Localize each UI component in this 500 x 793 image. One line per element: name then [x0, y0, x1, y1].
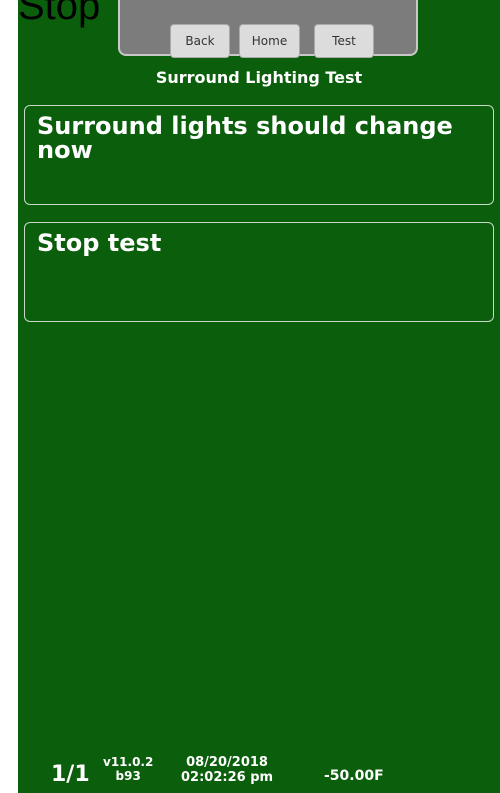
version-number: v11.0.2 — [103, 755, 154, 769]
date-text: 08/20/2018 — [186, 755, 268, 770]
datetime-info: 08/20/2018 02:02:26 pm — [181, 755, 273, 793]
temperature-readout: -50.00F — [324, 768, 384, 784]
build-number: b93 — [115, 769, 141, 783]
back-button[interactable]: Back — [170, 24, 230, 58]
version-info: v11.0.2 b93 — [103, 755, 153, 793]
home-button[interactable]: Home — [239, 24, 300, 58]
page-title: Surround Lighting Test — [155, 68, 363, 87]
page-indicator: 1/1 — [51, 762, 90, 787]
top-toolbar: Back Home Test — [118, 0, 418, 58]
test-button[interactable]: Test — [314, 24, 374, 58]
stop-test-button[interactable]: Stop test — [24, 222, 494, 322]
device-screen: Back Home Test Surround Lighting Test Su… — [18, 0, 500, 793]
status-message-text: Surround lights should change now — [37, 112, 453, 164]
stop-test-label: Stop test — [37, 229, 162, 257]
time-text: 02:02:26 pm — [181, 770, 274, 785]
status-message-panel: Surround lights should change now — [24, 105, 494, 205]
